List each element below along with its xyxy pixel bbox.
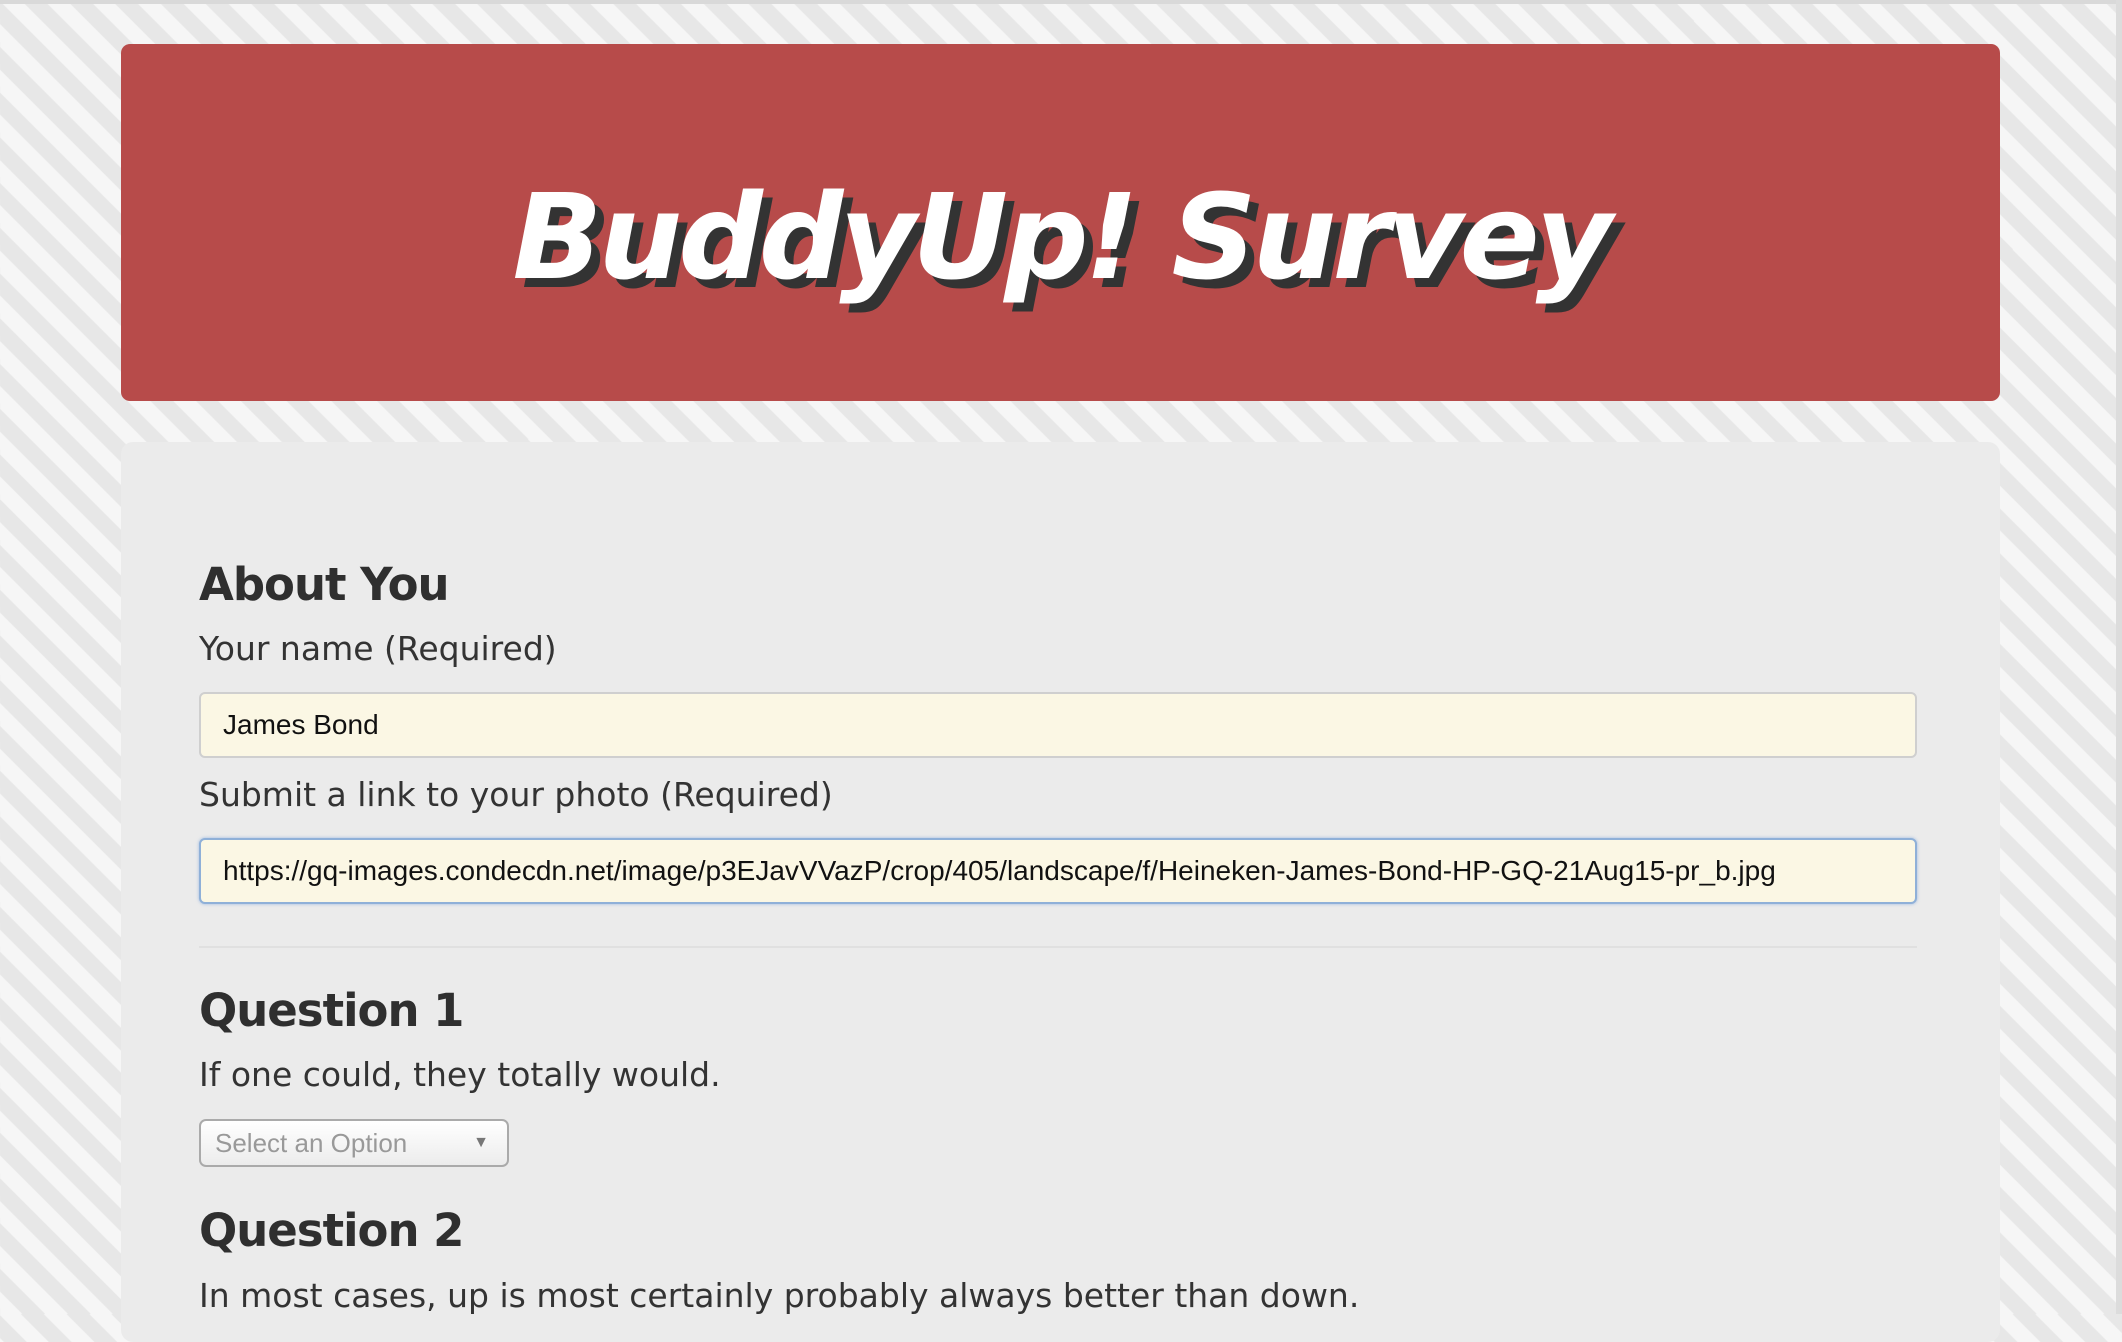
chevron-down-icon: ▼ [473, 1134, 489, 1151]
question-1-text: If one could, they totally would. [199, 1055, 721, 1094]
photo-link-input[interactable]: https://gq-images.condecdn.net/image/p3E… [199, 838, 1917, 904]
window-right-border [2116, 0, 2122, 1314]
question-2-text: In most cases, up is most certainly prob… [199, 1276, 1360, 1315]
survey-form: About You Your name (Required) James Bon… [121, 442, 2000, 1342]
window-top-border [0, 0, 2122, 4]
question-1-title: Question 1 [199, 984, 464, 1037]
name-input[interactable]: James Bond [199, 692, 1917, 758]
section-divider [199, 946, 1917, 948]
survey-header: BuddyUp! Survey [121, 44, 2000, 401]
question-1-select-value: Select an Option [215, 1127, 408, 1158]
section-title-about-you: About You [199, 558, 450, 611]
name-label: Your name (Required) [199, 629, 557, 668]
survey-title: BuddyUp! Survey [512, 167, 1612, 306]
photo-link-label: Submit a link to your photo (Required) [199, 775, 833, 814]
question-2-title: Question 2 [199, 1204, 464, 1257]
question-1-select[interactable]: Select an Option ▼ [199, 1119, 509, 1167]
